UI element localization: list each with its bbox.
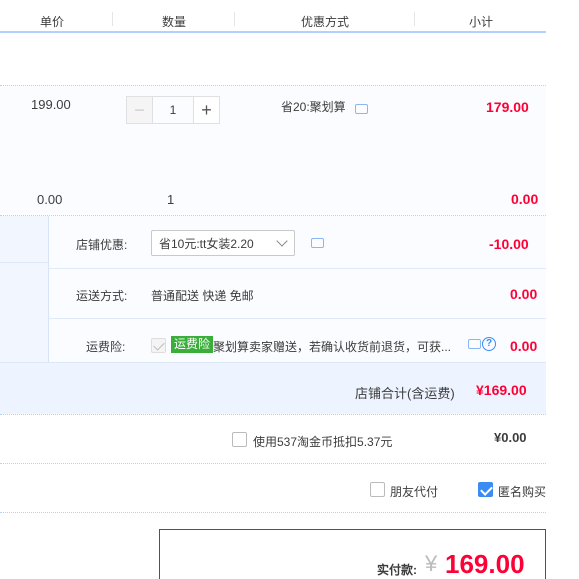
col-header-quantity: 数量 [161,15,187,29]
shipping-amount: 0.00 [510,286,538,302]
message-icon[interactable] [355,104,368,114]
header-divider [414,12,415,26]
coins-label[interactable]: 使用537淘金币抵扣5.37元 [253,433,392,450]
shop-total-bar [0,362,546,414]
divider [0,414,546,415]
payment-label: 实付款: [377,563,417,577]
coins-amount: ¥0.00 [494,430,527,445]
item-discount: 省20:聚划算 [281,100,346,114]
shipping-label: 运送方式: [76,289,128,303]
divider [0,512,546,513]
divider [48,268,546,269]
payment-amount: 169.00 [445,549,525,579]
gift-quantity: 1 [167,192,175,207]
col-header-price: 单价 [39,15,65,29]
shop-total-value: ¥169.00 [476,382,527,398]
item-unit-price: 199.00 [31,97,71,112]
header-divider [112,12,113,26]
shop-total-label: 店铺合计(含运费) [355,386,455,401]
increase-button[interactable]: + [193,96,220,124]
coupon-label: 店铺优惠: [76,238,128,252]
decrease-button[interactable]: − [126,96,153,124]
coupon-select-value: 省10元:tt女装2.20 [159,236,254,251]
insurance-label: 运费险: [86,340,126,354]
item-subtotal: 179.00 [486,99,529,115]
currency-symbol: ¥ [425,551,438,576]
coupon-select[interactable]: 省10元:tt女装2.20 [151,230,295,256]
anonymous-checkbox[interactable] [478,482,493,497]
message-icon[interactable] [311,238,324,248]
col-header-subtotal: 小计 [468,15,494,29]
divider [48,318,546,319]
quantity-input[interactable]: 1 [153,96,193,124]
chevron-down-icon [276,235,288,247]
divider [0,262,48,263]
gift-subtotal: 0.00 [511,191,539,207]
gift-unit-price: 0.00 [37,192,63,207]
friend-pay-label[interactable]: 朋友代付 [390,483,438,500]
friend-pay-checkbox[interactable] [370,482,385,497]
anonymous-label[interactable]: 匿名购买 [498,483,546,500]
help-icon[interactable]: ? [482,337,496,351]
header-divider [234,12,235,26]
quantity-stepper[interactable]: − 1 + [126,96,222,124]
message-icon[interactable] [468,339,481,349]
table-header: 单价 数量 优惠方式 小计 [0,0,546,33]
insurance-badge: 运费险 [171,336,214,353]
coupon-amount: -10.00 [489,236,529,252]
insurance-amount: 0.00 [510,338,538,354]
coins-checkbox[interactable] [232,432,247,447]
col-header-discount: 优惠方式 [300,15,350,29]
item-row [0,86,546,214]
insurance-checkbox[interactable] [151,338,166,353]
shipping-method: 普通配送 快递 免邮 [151,289,254,303]
divider [0,463,546,464]
insurance-description: 聚划算卖家赠送，若确认收货前退货，可获... [213,340,452,354]
